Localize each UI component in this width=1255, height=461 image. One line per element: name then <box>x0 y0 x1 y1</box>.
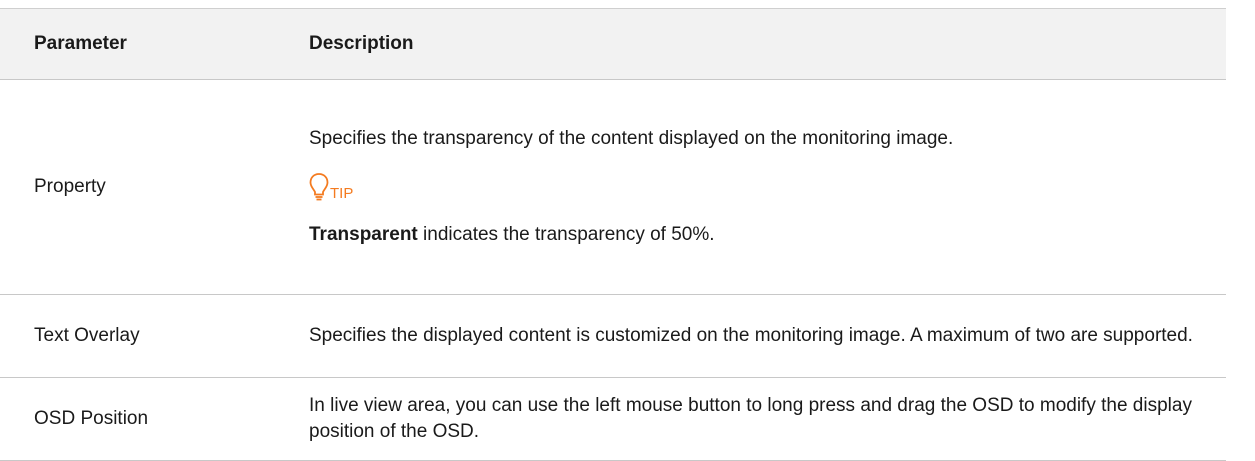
description-text: Specifies the transparency of the conten… <box>309 128 954 149</box>
parameter-description: Specifies the displayed content is custo… <box>295 294 1226 378</box>
header-description: Description <box>295 8 1226 80</box>
parameter-table: Parameter Description Property Specifies… <box>0 8 1226 461</box>
table-header: Parameter Description <box>0 8 1226 80</box>
header-row: Parameter Description <box>0 8 1226 80</box>
tip-label: TIP <box>330 185 354 202</box>
lightbulb-icon <box>309 172 329 202</box>
parameter-name: Property <box>0 79 295 295</box>
tip-callout: TIP <box>309 170 1214 202</box>
tip-text: Transparent indicates the transparency o… <box>309 222 1214 248</box>
parameter-name: OSD Position <box>0 377 295 461</box>
table-row-osd-position: OSD Position In live view area, you can … <box>0 377 1226 461</box>
tip-bold-term: Transparent <box>309 224 418 245</box>
header-parameter: Parameter <box>0 8 295 80</box>
parameter-description: Specifies the transparency of the conten… <box>295 79 1226 295</box>
parameter-description: In live view area, you can use the left … <box>295 377 1226 461</box>
table-row-text-overlay: Text Overlay Specifies the displayed con… <box>0 294 1226 378</box>
tip-body: indicates the transparency of 50%. <box>417 224 715 245</box>
table-row-property: Property Specifies the transparency of t… <box>0 79 1226 295</box>
parameter-name: Text Overlay <box>0 294 295 378</box>
